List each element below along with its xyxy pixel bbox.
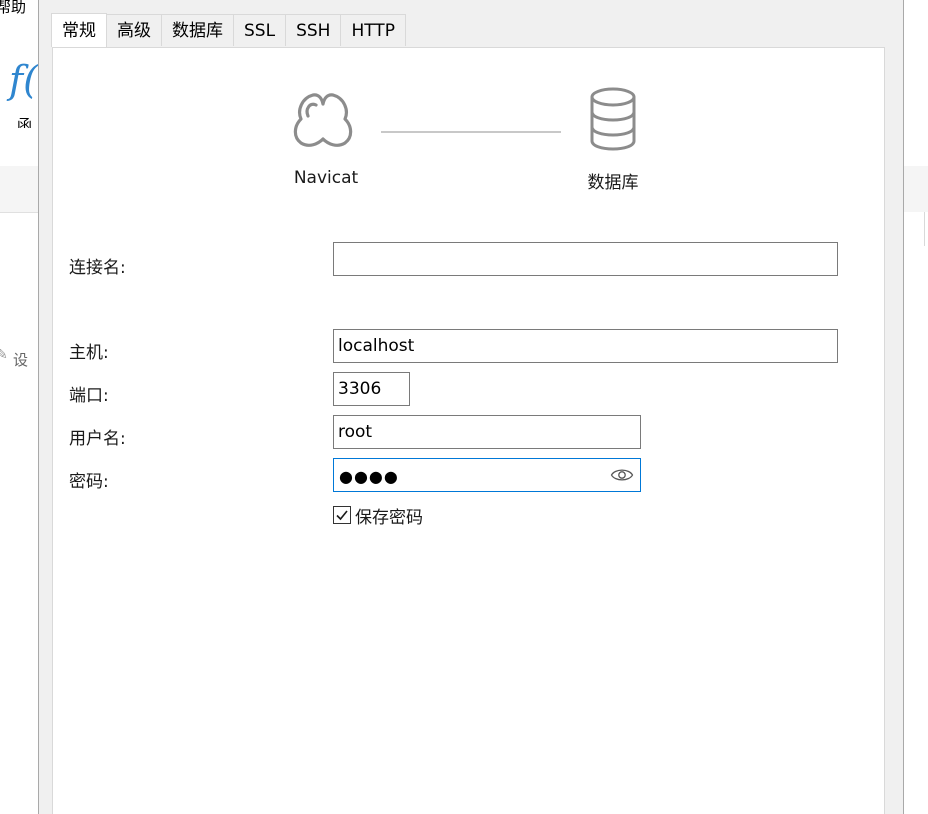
port-input[interactable]: 3306 <box>333 372 410 406</box>
show-password-eye-icon[interactable] <box>610 465 634 485</box>
connection-line <box>381 131 561 133</box>
navicat-label: Navicat <box>293 168 359 188</box>
tab-ssh[interactable]: SSH <box>285 14 342 46</box>
username-input[interactable]: root <box>333 415 641 449</box>
navicat-logo-icon <box>293 93 353 147</box>
checkbox-box[interactable] <box>333 506 351 524</box>
username-label: 用户名: <box>69 429 126 449</box>
port-label: 端口: <box>69 386 109 406</box>
save-password-checkbox[interactable]: 保存密码 <box>333 504 423 528</box>
checkmark-icon <box>336 510 348 521</box>
background-divider <box>924 212 925 246</box>
menu-help[interactable]: 帮助 <box>0 0 26 17</box>
tab-database[interactable]: 数据库 <box>161 14 234 46</box>
tab-advanced[interactable]: 高级 <box>106 14 162 46</box>
password-label: 密码: <box>69 472 109 492</box>
dialog-tabs: 常规 高级 数据库 SSL SSH HTTP <box>51 13 406 48</box>
tab-general[interactable]: 常规 <box>51 13 107 47</box>
host-input[interactable]: localhost <box>333 329 838 363</box>
general-panel: Navicat 数据库 连接名: 主机: localhost 端口: 3306 … <box>52 47 885 814</box>
background-right-area <box>902 212 928 814</box>
tab-ssl[interactable]: SSL <box>233 14 287 46</box>
save-password-label: 保存密码 <box>355 507 423 528</box>
design-label[interactable]: 设 <box>13 349 28 370</box>
password-mask: ●●●● <box>339 467 399 486</box>
pencil-icon: ✎ <box>0 347 8 363</box>
connection-name-label: 连接名: <box>69 258 126 278</box>
password-input[interactable]: ●●●● <box>333 458 641 492</box>
tab-http[interactable]: HTTP <box>340 14 406 46</box>
database-label: 数据库 <box>587 173 639 193</box>
connection-dialog: 常规 高级 数据库 SSL SSH HTTP Navicat 数据库 连接名: <box>38 0 904 814</box>
database-icon <box>590 87 636 151</box>
connection-name-input[interactable] <box>333 242 838 276</box>
host-label: 主机: <box>69 343 109 363</box>
function-icon[interactable]: f( <box>9 58 38 102</box>
